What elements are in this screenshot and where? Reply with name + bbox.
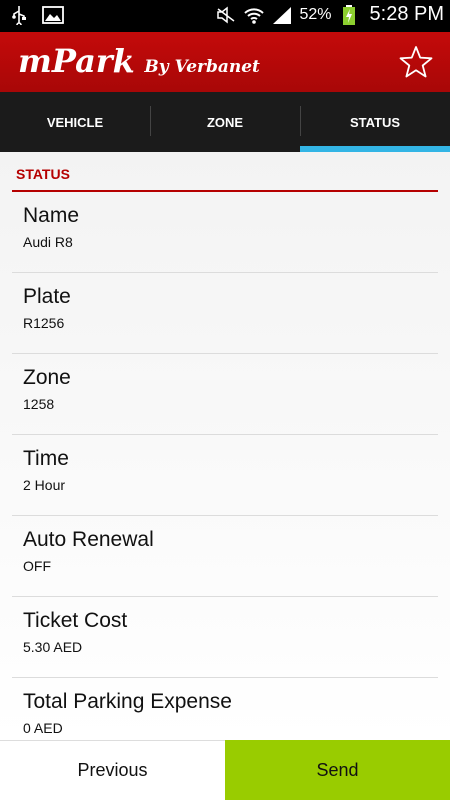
app-logo: mPark By Verbanet [18, 42, 260, 80]
row-label: Plate [23, 285, 71, 308]
status-row-auto-renewal: Auto Renewal OFF [12, 516, 438, 597]
row-value: 2 Hour [23, 477, 66, 493]
row-label: Zone [23, 366, 71, 389]
row-value: R1256 [23, 315, 65, 331]
battery-charging-icon [338, 4, 360, 26]
row-label: Ticket Cost [23, 609, 128, 632]
image-icon [42, 4, 64, 26]
bottom-button-bar: Previous Send [0, 740, 450, 800]
status-row-total-expense: Total Parking Expense 0 AED [12, 678, 438, 740]
send-button[interactable]: Send [225, 740, 450, 800]
row-label: Total Parking Expense [23, 690, 232, 713]
status-bar: 52% 5:28 PM [0, 0, 450, 32]
battery-percent: 52% [299, 5, 332, 23]
row-value: OFF [23, 558, 51, 574]
status-row-plate: Plate R1256 [12, 273, 438, 354]
status-row-name: Name Audi R8 [12, 192, 438, 273]
usb-icon [8, 4, 30, 26]
status-list: Name Audi R8 Plate R1256 Zone 1258 Time … [12, 192, 438, 740]
row-value: Audi R8 [23, 234, 73, 250]
mute-icon [215, 4, 237, 26]
row-label: Time [23, 447, 69, 470]
app-title: mPark [18, 42, 135, 80]
tab-zone[interactable]: ZONE [150, 92, 300, 152]
status-row-zone: Zone 1258 [12, 354, 438, 435]
status-panel: STATUS Name Audi R8 Plate R1256 Zone 125… [0, 152, 450, 740]
row-label: Name [23, 204, 80, 227]
app-bar: mPark By Verbanet [0, 32, 450, 92]
app-subtitle: By Verbanet [144, 57, 260, 77]
tab-status[interactable]: STATUS [300, 92, 450, 152]
status-time: 5:28 PM [369, 3, 444, 25]
signal-icon [271, 4, 293, 26]
row-value: 0 AED [23, 720, 63, 736]
tab-vehicle[interactable]: VEHICLE [0, 92, 150, 152]
wifi-icon [243, 4, 265, 26]
star-icon[interactable] [398, 44, 434, 80]
section-title: STATUS [16, 166, 70, 182]
row-value: 1258 [23, 396, 55, 412]
tab-bar: VEHICLE ZONE STATUS [0, 92, 450, 152]
status-row-time: Time 2 Hour [12, 435, 438, 516]
row-label: Auto Renewal [23, 528, 154, 551]
status-row-ticket-cost: Ticket Cost 5.30 AED [12, 597, 438, 678]
previous-button[interactable]: Previous [0, 740, 225, 800]
row-value: 5.30 AED [23, 639, 83, 655]
